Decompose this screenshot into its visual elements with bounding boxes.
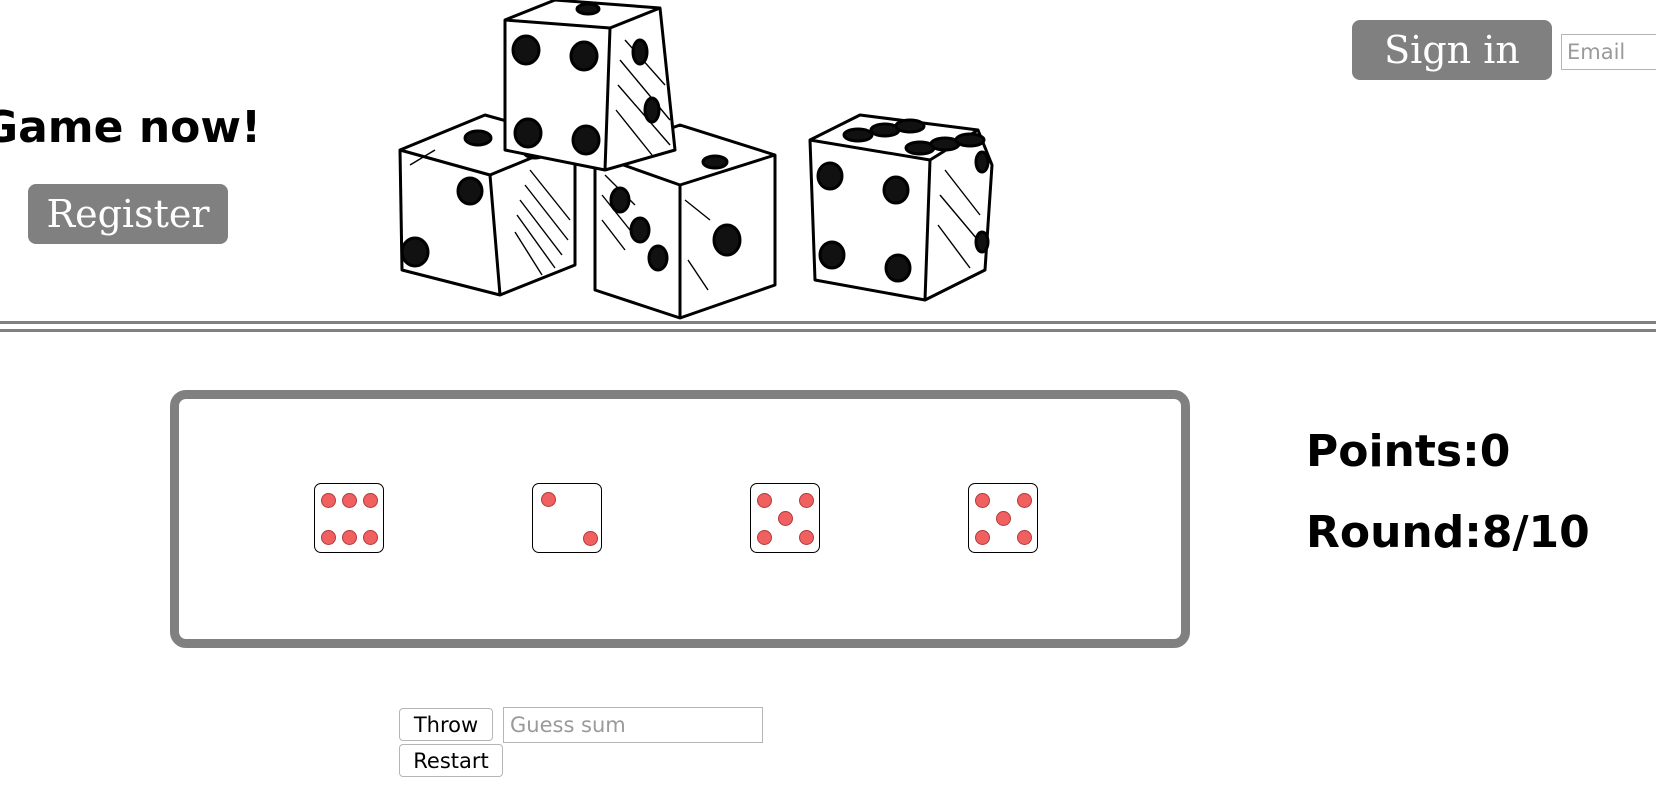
die-five-icon: [750, 483, 820, 553]
round-label: Round:8/10: [1306, 507, 1590, 558]
dice-board: [170, 390, 1190, 648]
header-divider-bottom: [0, 329, 1656, 332]
promo-heading: Game now!: [0, 102, 262, 153]
pip: [363, 493, 378, 508]
email-input[interactable]: [1561, 34, 1656, 70]
die-two-icon: [532, 483, 602, 553]
guess-sum-input[interactable]: [503, 707, 763, 743]
pip: [996, 511, 1011, 526]
signin-button[interactable]: Sign in: [1352, 20, 1552, 80]
pip: [757, 530, 772, 545]
pip: [342, 493, 357, 508]
pip: [363, 530, 378, 545]
pip: [321, 530, 336, 545]
throw-button[interactable]: Throw: [399, 708, 493, 741]
pip: [799, 493, 814, 508]
pip: [342, 530, 357, 545]
pip: [799, 530, 814, 545]
die-five-icon: [968, 483, 1038, 553]
pip: [1017, 530, 1032, 545]
die-six-icon: [314, 483, 384, 553]
pip: [975, 530, 990, 545]
header-divider-top: [0, 321, 1656, 324]
pip: [975, 493, 990, 508]
pip: [321, 493, 336, 508]
pip: [757, 493, 772, 508]
dice-illustration: [398, 0, 994, 320]
points-label: Points:0: [1306, 426, 1511, 477]
header: Game now! Register Sign in Email: [0, 0, 1656, 330]
register-button[interactable]: Register: [28, 184, 228, 244]
pip: [1017, 493, 1032, 508]
pip: [541, 492, 556, 507]
pip: [778, 511, 793, 526]
pip: [583, 531, 598, 546]
restart-button[interactable]: Restart: [399, 744, 503, 777]
